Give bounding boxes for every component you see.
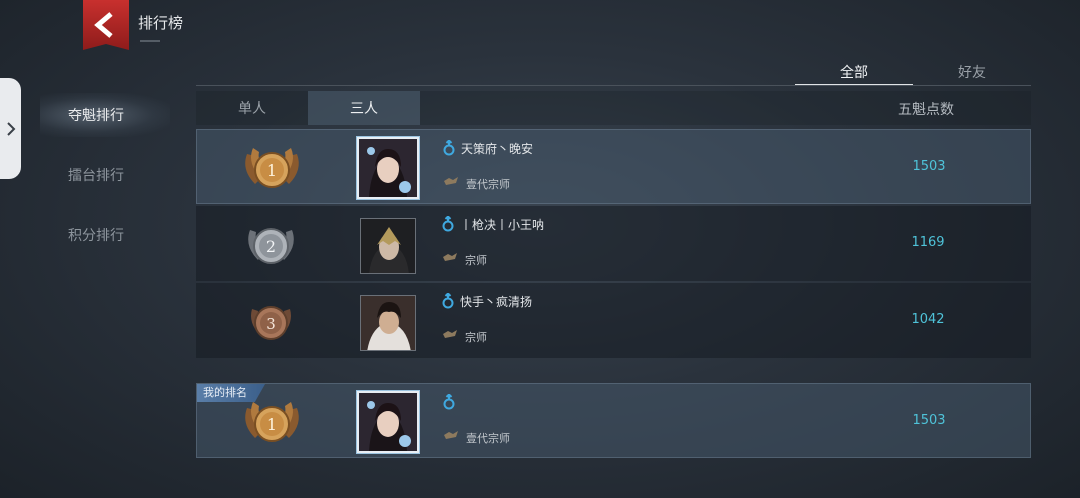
rank-number: 1 xyxy=(267,415,277,434)
rank-title: 宗师 xyxy=(465,331,487,344)
score-value: 1169 xyxy=(911,235,945,250)
sidebar-item-points-rank[interactable]: 积分排行 xyxy=(40,213,170,257)
tab-solo[interactable]: 单人 xyxy=(196,91,308,125)
team-tabs: 单人 三人 xyxy=(196,91,420,125)
sidebar-nav: 夺魁排行 擂台排行 积分排行 xyxy=(40,93,170,273)
male-icon xyxy=(442,293,454,309)
male-icon xyxy=(443,394,455,410)
rank-title: 壹代宗师 xyxy=(466,432,510,445)
rank-title-icon xyxy=(443,330,457,338)
title-underline xyxy=(140,40,160,42)
rank-title-icon xyxy=(444,431,458,439)
sidebar-expand-handle[interactable] xyxy=(0,78,21,179)
sidebar-item-arena-rank[interactable]: 擂台排行 xyxy=(40,153,170,197)
page-title: 排行榜 xyxy=(138,14,184,32)
sidebar-item-champion-rank[interactable]: 夺魁排行 xyxy=(40,93,170,137)
table-row[interactable]: 2 丨枪决丨小王呐 宗师 1169 xyxy=(196,206,1031,281)
silver-medal-icon: 2 xyxy=(248,228,294,264)
score-value: 1503 xyxy=(912,159,946,174)
score-column-header: 五魁点数 xyxy=(898,102,954,118)
gold-medal-icon: 1 xyxy=(245,402,299,442)
table-row[interactable]: 1 天策府丶晚安 壹代宗师 1503 xyxy=(196,129,1031,204)
rank-number: 2 xyxy=(266,237,276,256)
rank-title-icon xyxy=(443,253,457,261)
scope-tabs: 全部 好友 xyxy=(795,56,1031,86)
rank-number: 3 xyxy=(266,315,276,333)
character-portrait xyxy=(359,393,417,451)
tab-all[interactable]: 全部 xyxy=(795,56,913,86)
avatar[interactable] xyxy=(357,137,419,199)
table-row[interactable]: 3 快手丶疯清扬 宗师 1042 xyxy=(196,283,1031,358)
gold-medal-icon: 1 xyxy=(245,148,299,188)
male-icon xyxy=(443,140,455,156)
back-button[interactable] xyxy=(83,0,129,50)
divider xyxy=(196,85,1031,86)
character-portrait xyxy=(361,296,415,350)
player-name: 快手丶疯清扬 xyxy=(460,295,533,309)
male-icon xyxy=(442,216,454,232)
character-portrait xyxy=(359,139,417,197)
avatar[interactable] xyxy=(360,218,416,274)
chevron-left-icon xyxy=(94,12,113,38)
bronze-medal-icon: 3 xyxy=(251,306,291,340)
tab-friends[interactable]: 好友 xyxy=(913,56,1031,86)
score-value: 1503 xyxy=(912,413,946,428)
character-portrait xyxy=(361,219,415,273)
avatar[interactable] xyxy=(357,391,419,453)
tab-trio[interactable]: 三人 xyxy=(308,91,420,125)
player-name: 丨枪决丨小王呐 xyxy=(460,218,545,232)
player-name: 天策府丶晚安 xyxy=(461,142,534,156)
rank-title: 壹代宗师 xyxy=(466,178,510,191)
rank-number: 1 xyxy=(267,161,277,180)
rank-title-icon xyxy=(444,177,458,185)
avatar[interactable] xyxy=(360,295,416,351)
chevron-right-icon xyxy=(6,121,15,136)
rank-title: 宗师 xyxy=(465,254,487,267)
score-value: 1042 xyxy=(911,312,945,327)
my-rank-row[interactable]: 我的排名 1 壹代宗师 1503 xyxy=(196,383,1031,458)
